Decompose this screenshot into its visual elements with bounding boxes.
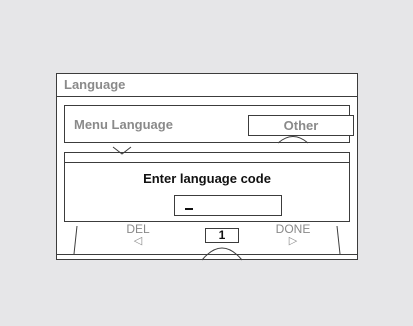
- left-arrow-icon: ◁: [133, 235, 143, 247]
- language-code-dialog: Enter language code: [64, 162, 350, 222]
- done-label: DONE: [275, 222, 311, 236]
- delete-label: DEL: [126, 222, 150, 236]
- right-arrow-icon: ▷: [288, 235, 298, 247]
- dialog-header-strip: [64, 152, 350, 162]
- delete-button[interactable]: DEL ◁: [123, 223, 153, 247]
- dialog-prompt: Enter language code: [143, 171, 271, 186]
- language-screen: Language Menu Language Other Enter langu…: [56, 73, 358, 261]
- done-button[interactable]: DONE ▷: [273, 223, 313, 247]
- digit-selector[interactable]: 1: [205, 228, 239, 243]
- text-cursor: [185, 208, 193, 210]
- language-code-input[interactable]: [174, 195, 282, 216]
- control-bar: DEL ◁ 1 DONE ▷: [57, 222, 357, 255]
